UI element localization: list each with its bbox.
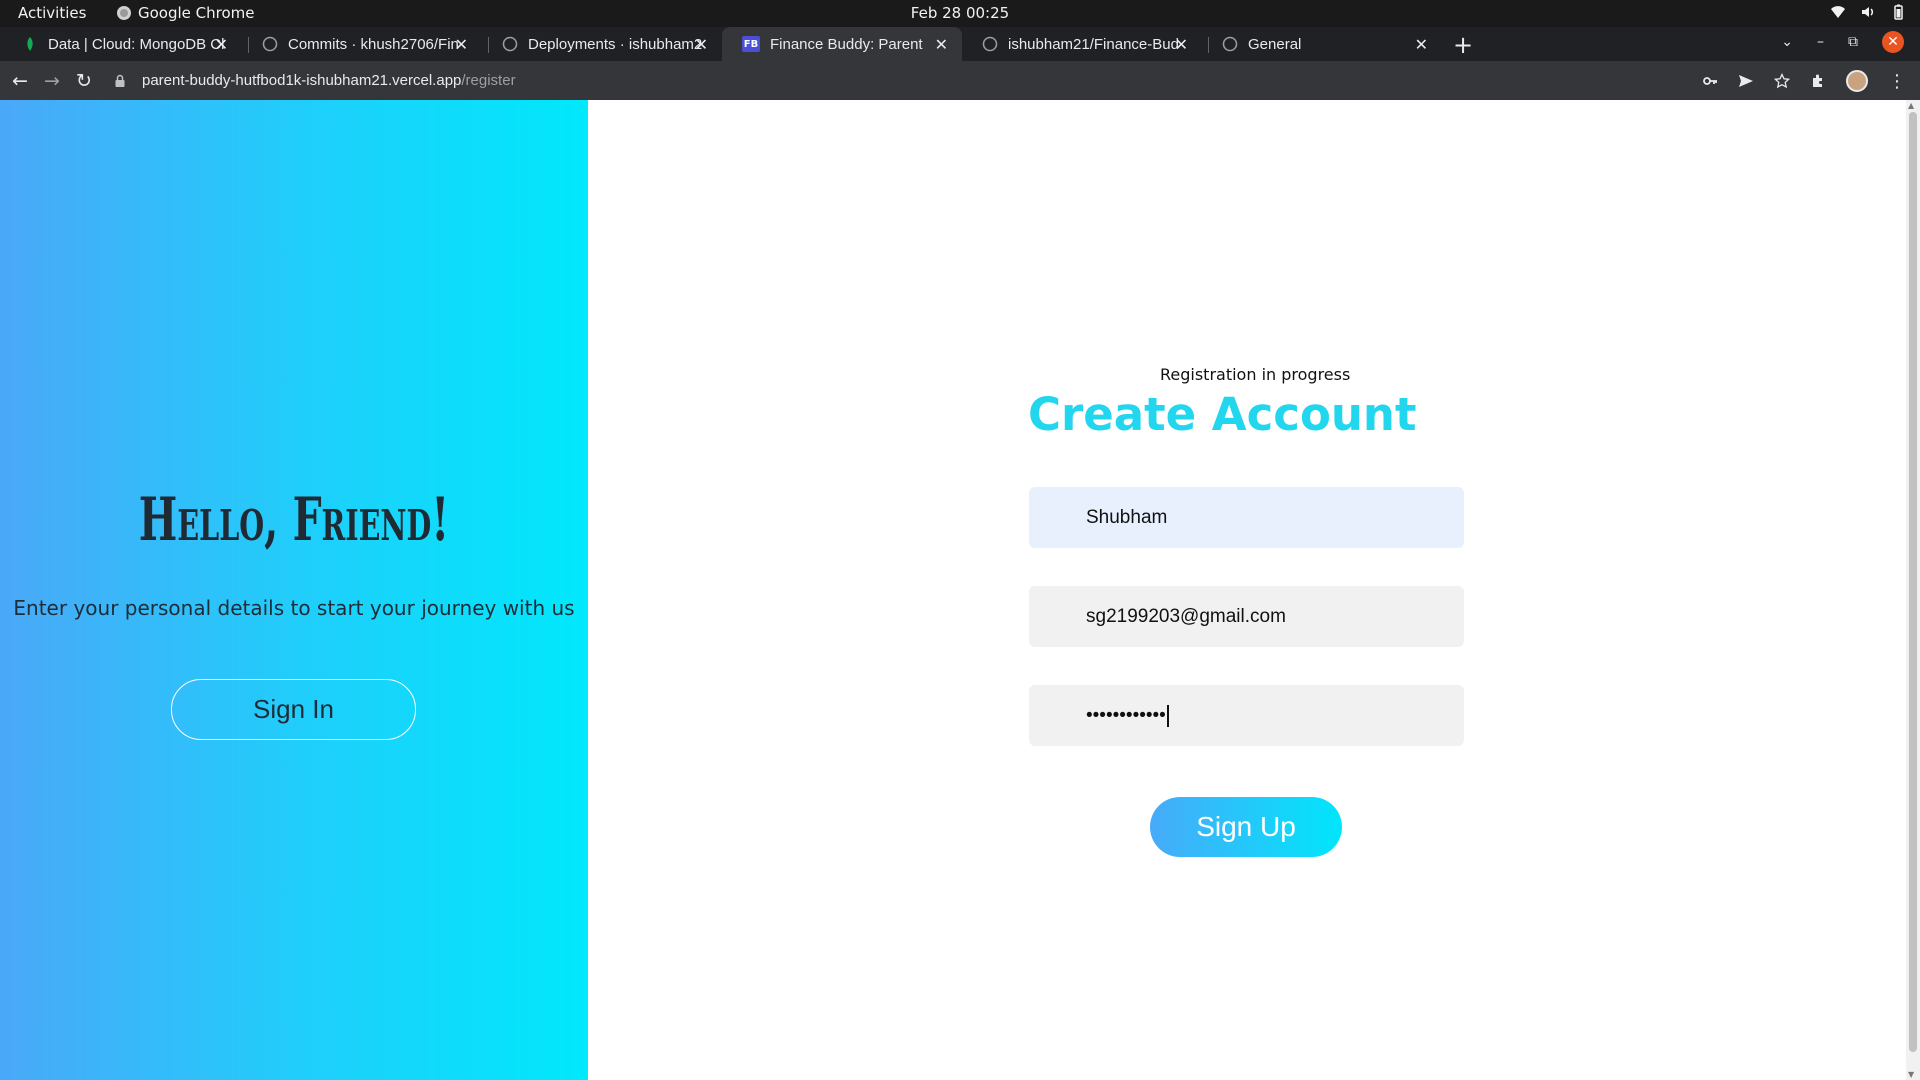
- close-tab-icon[interactable]: ✕: [935, 35, 948, 54]
- page-content: Hello, Friend! Enter your personal detai…: [0, 100, 1906, 1080]
- address-bar[interactable]: parent-buddy-hutfbod1k-ishubham21.vercel…: [112, 65, 1712, 96]
- tab-title: Finance Buddy: Parent: [770, 35, 923, 53]
- welcome-heading: Hello, Friend!: [138, 485, 450, 555]
- welcome-panel: Hello, Friend! Enter your personal detai…: [0, 100, 588, 1080]
- system-tray[interactable]: [1830, 4, 1906, 20]
- tab-finance-bud-repo[interactable]: ishubham21/Finance-Bud ✕: [962, 27, 1202, 61]
- battery-icon[interactable]: [1890, 4, 1906, 20]
- restore-icon[interactable]: ⧉: [1848, 34, 1858, 50]
- scrollbar-thumb[interactable]: [1909, 112, 1917, 1052]
- mongodb-leaf-icon: [27, 37, 33, 51]
- tab-commits[interactable]: Commits · khush2706/Fin ✕: [242, 27, 482, 61]
- github-icon: [982, 36, 998, 52]
- scroll-down-arrow-icon[interactable]: ▼: [1908, 1070, 1914, 1079]
- bookmark-star-icon[interactable]: [1774, 73, 1790, 89]
- email-field-value: sg2199203@gmail.com: [1086, 605, 1286, 627]
- activities-button[interactable]: Activities: [18, 4, 86, 22]
- tab-title: ishubham21/Finance-Bud: [1008, 35, 1179, 53]
- app-menu[interactable]: Google Chrome: [117, 4, 255, 22]
- send-icon[interactable]: [1738, 73, 1754, 89]
- create-account-title: Create Account: [1028, 388, 1417, 441]
- reload-icon[interactable]: ↻: [76, 70, 92, 92]
- forward-arrow-icon[interactable]: →: [44, 70, 60, 92]
- minimize-icon[interactable]: –: [1817, 34, 1824, 50]
- chrome-icon: [117, 6, 131, 20]
- text-caret: [1166, 704, 1169, 727]
- tab-general[interactable]: General ✕: [1202, 27, 1442, 61]
- close-tab-icon[interactable]: ✕: [695, 35, 708, 54]
- url-path: /register: [461, 72, 516, 89]
- back-arrow-icon[interactable]: ←: [12, 70, 28, 92]
- password-field-value: ••••••••••••: [1086, 704, 1166, 726]
- email-field[interactable]: sg2199203@gmail.com: [1029, 586, 1464, 647]
- tab-search-chevron-icon[interactable]: ⌄: [1781, 34, 1793, 50]
- app-name-label: Google Chrome: [138, 4, 255, 22]
- chrome-menu-icon[interactable]: ⋮: [1888, 71, 1906, 92]
- name-field[interactable]: Shubham: [1029, 487, 1464, 548]
- lock-icon[interactable]: [112, 73, 128, 89]
- window-close-icon[interactable]: ✕: [1882, 31, 1904, 53]
- registration-status-text: Registration in progress: [1160, 365, 1351, 384]
- close-tab-icon[interactable]: ✕: [215, 35, 228, 54]
- tab-deployments[interactable]: Deployments · ishubham2 ✕: [482, 27, 722, 61]
- system-top-bar: Activities Google Chrome Feb 28 00:25: [0, 0, 1920, 27]
- sign-up-button[interactable]: Sign Up: [1150, 797, 1342, 857]
- github-icon: [262, 36, 278, 52]
- tab-strip: Data | Cloud: MongoDB Cl ✕ Commits · khu…: [0, 27, 1920, 61]
- url-host: parent-buddy-hutfbod1k-ishubham21.vercel…: [142, 72, 462, 89]
- profile-avatar[interactable]: [1846, 70, 1868, 92]
- key-icon[interactable]: [1702, 73, 1718, 89]
- tab-title: Commits · khush2706/Fin: [288, 35, 459, 53]
- window-controls: ⌄ – ⧉ ✕: [1781, 31, 1904, 53]
- sign-in-button[interactable]: Sign In: [171, 679, 416, 740]
- github-icon: [1222, 36, 1238, 52]
- tab-title: General: [1248, 35, 1302, 53]
- toolbar-actions: ⋮: [1702, 70, 1906, 92]
- password-field[interactable]: ••••••••••••: [1029, 685, 1464, 746]
- wifi-icon[interactable]: [1830, 4, 1846, 20]
- tab-mongodb[interactable]: Data | Cloud: MongoDB Cl ✕: [2, 27, 242, 61]
- tab-finance-buddy[interactable]: FB Finance Buddy: Parent ✕: [722, 27, 962, 61]
- close-tab-icon[interactable]: ✕: [1415, 35, 1428, 54]
- new-tab-plus-icon[interactable]: +: [1453, 31, 1473, 59]
- browser-toolbar: ← → ↻ parent-buddy-hutfbod1k-ishubham21.…: [0, 61, 1920, 100]
- github-icon: [502, 36, 518, 52]
- welcome-subtitle: Enter your personal details to start you…: [13, 596, 575, 620]
- close-tab-icon[interactable]: ✕: [455, 35, 468, 54]
- scroll-up-arrow-icon[interactable]: ▲: [1908, 101, 1914, 110]
- extensions-puzzle-icon[interactable]: [1810, 73, 1826, 89]
- page-scrollbar[interactable]: ▲ ▼: [1906, 100, 1920, 1080]
- name-field-value: Shubham: [1086, 506, 1168, 528]
- volume-icon[interactable]: [1860, 4, 1876, 20]
- tab-title: Deployments · ishubham2: [528, 35, 703, 53]
- tab-title: Data | Cloud: MongoDB Cl: [48, 35, 224, 53]
- clock-container: Feb 28 00:25: [0, 4, 1920, 22]
- finance-buddy-favicon: FB: [742, 36, 760, 52]
- close-tab-icon[interactable]: ✕: [1175, 35, 1188, 54]
- clock[interactable]: Feb 28 00:25: [911, 4, 1009, 22]
